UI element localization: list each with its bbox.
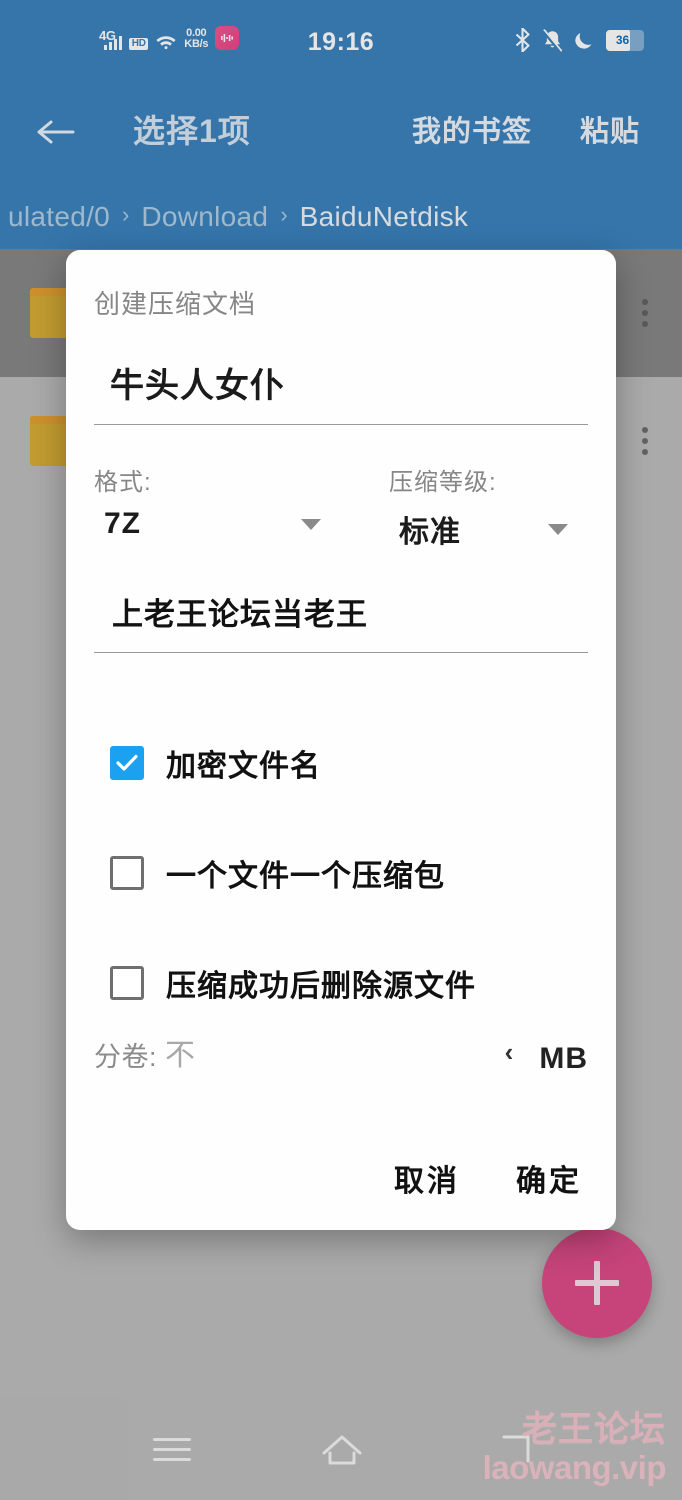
compression-level-label: 压缩等级: xyxy=(389,469,497,496)
split-volume-unit: MB xyxy=(539,1042,588,1075)
phone-screen: 4G HD 0.00 KB/s 19:16 36 选择1项 我的书签 粘贴 ul… xyxy=(0,0,682,1500)
password-field[interactable]: 上老王论坛当老王 xyxy=(94,592,588,653)
checkbox-label: 压缩成功后删除源文件 xyxy=(166,970,476,1003)
format-and-level-row: 格式: 7Z 压缩等级: 标准 xyxy=(94,462,588,551)
format-label: 格式: xyxy=(94,469,152,496)
dialog-title: 创建压缩文档 xyxy=(94,289,257,319)
format-value[interactable]: 7Z xyxy=(94,507,141,541)
checkbox-label: 加密文件名 xyxy=(166,750,321,783)
split-volume-field[interactable]: 不 ‹ xyxy=(165,1030,521,1080)
cancel-button[interactable]: 取消 xyxy=(394,1156,460,1200)
checkbox-label: 一个文件一个压缩包 xyxy=(166,860,445,893)
checkbox-delete-source-after-success[interactable]: 压缩成功后删除源文件 xyxy=(94,928,588,1038)
checkbox-unchecked-icon[interactable] xyxy=(110,856,144,890)
split-volume-input[interactable]: 不 xyxy=(165,1030,196,1074)
password-input[interactable]: 上老王论坛当老王 xyxy=(94,592,588,638)
compression-level-value[interactable]: 标准 xyxy=(389,507,461,551)
checkbox-one-archive-per-file[interactable]: 一个文件一个压缩包 xyxy=(94,818,588,928)
confirm-button[interactable]: 确定 xyxy=(516,1156,582,1200)
chevron-down-icon[interactable] xyxy=(548,523,568,535)
create-archive-dialog: 创建压缩文档 牛头人女仆 格式: 7Z 压缩等级: 标准 上老王论坛当老王 加密… xyxy=(66,250,616,1230)
checkbox-unchecked-icon[interactable] xyxy=(110,966,144,1000)
split-volume-row: 分卷: 不 ‹ MB xyxy=(94,1030,588,1080)
battery-icon: 36 xyxy=(606,29,644,51)
archive-name-field[interactable]: 牛头人女仆 xyxy=(94,362,588,425)
field-underline xyxy=(94,652,588,653)
battery-percent-label: 36 xyxy=(615,32,630,47)
chevron-down-icon[interactable] xyxy=(301,518,321,530)
format-selector[interactable]: 格式: 7Z xyxy=(94,462,341,551)
split-volume-label: 分卷: xyxy=(94,1042,158,1072)
options-checkbox-group: 加密文件名 一个文件一个压缩包 压缩成功后删除源文件 xyxy=(94,708,588,1038)
chevron-left-icon[interactable]: ‹ xyxy=(505,1037,522,1068)
checkbox-encrypt-filenames[interactable]: 加密文件名 xyxy=(94,708,588,818)
archive-name-input[interactable]: 牛头人女仆 xyxy=(94,362,588,410)
checkbox-checked-icon[interactable] xyxy=(110,746,144,780)
field-underline xyxy=(94,424,588,425)
compression-level-selector[interactable]: 压缩等级: 标准 xyxy=(341,462,588,551)
dialog-action-buttons: 取消 确定 xyxy=(394,1156,582,1200)
